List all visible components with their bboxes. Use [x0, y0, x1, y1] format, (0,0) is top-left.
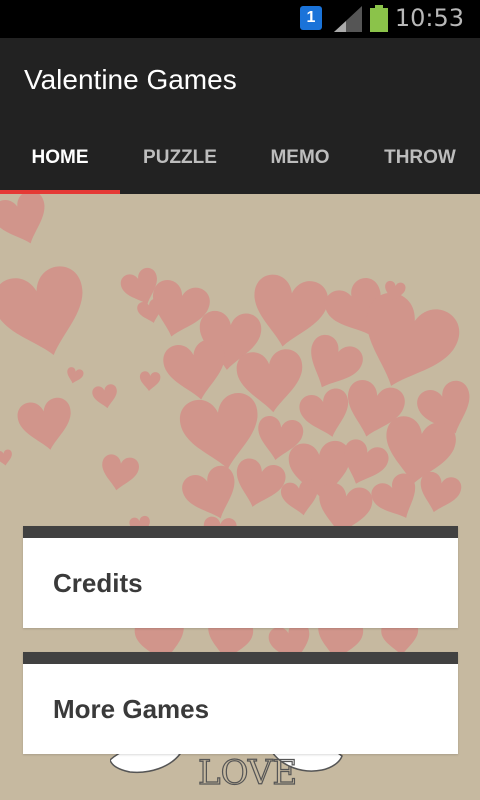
tab-throw[interactable]: THROW [360, 122, 480, 194]
tab-home[interactable]: HOME [0, 122, 120, 194]
credits-label: Credits [53, 568, 143, 598]
card-header-bar [23, 652, 458, 664]
tab-puzzle[interactable]: PUZZLE [120, 122, 240, 194]
signal-icon [334, 6, 362, 32]
more-games-card[interactable]: More Games [23, 652, 458, 754]
status-bar: 1 10:53 [0, 0, 480, 38]
credits-card[interactable]: Credits [23, 526, 458, 628]
sim-icon: 1 [300, 6, 322, 30]
more-games-label: More Games [53, 694, 210, 724]
card-header-bar [23, 526, 458, 538]
battery-icon [370, 5, 388, 32]
status-time: 10:53 [394, 4, 464, 32]
tab-memo[interactable]: MEMO [240, 122, 360, 194]
app-bar: Valentine Games [0, 38, 480, 122]
tab-bar: HOME PUZZLE MEMO THROW [0, 122, 480, 194]
app-title: Valentine Games [24, 64, 237, 95]
home-content: LOVE Credits More Games [0, 194, 480, 800]
love-text: LOVE [198, 753, 297, 793]
